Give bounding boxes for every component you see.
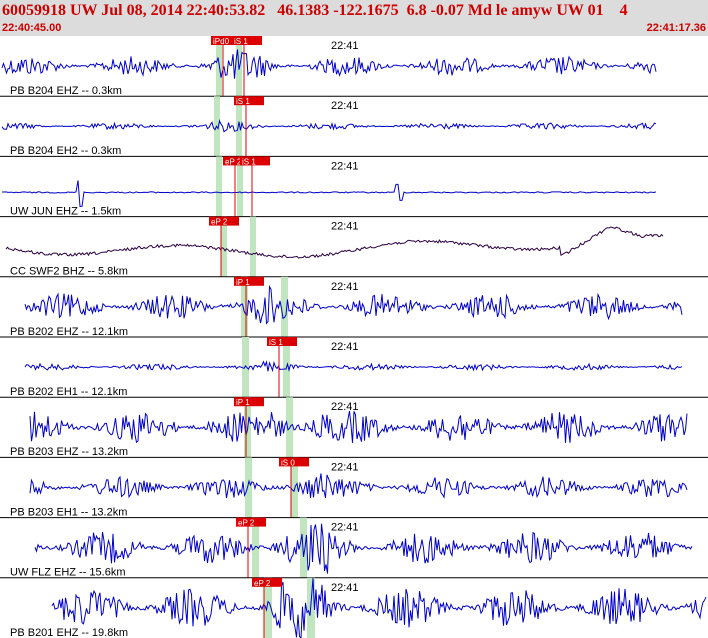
pick-tag-label[interactable]: eP 2 [211,218,228,227]
pick-tag-label[interactable]: iS 1 [269,338,283,347]
event-header: 60059918 UW Jul 08, 2014 22:40:53.82 46.… [0,0,708,36]
pick-tag-label[interactable]: iPd0 [213,37,230,46]
seismogram-panel[interactable]: 22:41 iPd0 iS 1 PB B204 EHZ -- 0.3km 22:41 iS… [0,36,708,638]
time-marker-label: 22:41 [331,522,359,534]
time-marker-label: 22:41 [331,40,359,52]
analysis-window [242,337,249,398]
station-label: PB B204 EH2 -- 0.3km [10,145,121,157]
window-start-time: 22:40:45.00 [2,22,62,34]
pick-tag-label[interactable]: eP 2 [225,157,242,166]
time-marker-label: 22:41 [331,160,359,172]
pick-tag-label[interactable]: iP 1 [236,398,250,407]
window-end-time: 22:41:17.36 [646,22,706,34]
station-label: PB B203 EHZ -- 13.2km [10,446,128,458]
station-label: UW FLZ EHZ -- 15.6km [10,567,126,579]
pick-tag-label[interactable]: iS 0 [281,458,295,467]
waveform-trace[interactable] [1,49,657,79]
pick-tag-label[interactable]: iP 1 [236,278,250,287]
station-label: PB B202 EH1 -- 12.1km [10,386,127,398]
station-label: PB B202 EHZ -- 12.1km [10,326,128,338]
station-label: PB B203 EH1 -- 13.2km [10,506,127,518]
pick-tag-label[interactable]: iS 1 [234,37,248,46]
analysis-window [216,156,222,217]
pick-tag-label[interactable]: iS 1 [242,157,256,166]
pick-tag-label[interactable]: iS 1 [236,97,250,106]
waveform-trace[interactable] [29,410,688,444]
waveform-trace[interactable] [51,578,707,638]
time-marker-label: 22:41 [331,281,359,293]
pick-tag-label[interactable]: eP 2 [238,519,255,528]
pick-tag-label[interactable]: eP 2 [254,579,271,588]
seismogram-canvas[interactable]: 22:41 iPd0 iS 1 PB B204 EHZ -- 0.3km 22:41 iS… [0,36,708,638]
analysis-window [250,216,256,277]
station-label: UW JUN EHZ -- 1.5km [10,205,121,217]
time-marker-label: 22:41 [331,341,359,353]
analysis-window [300,517,307,578]
time-marker-label: 22:41 [331,100,359,112]
waveform-trace[interactable] [34,523,693,574]
waveform-trace[interactable] [24,360,683,373]
event-summary: 60059918 UW Jul 08, 2014 22:40:53.82 46.… [2,2,628,19]
station-label: PB B204 EHZ -- 0.3km [10,85,122,97]
station-label: CC SWF2 BHZ -- 5.8km [10,266,128,278]
time-marker-label: 22:41 [331,461,359,473]
waveform-trace[interactable] [1,119,657,133]
analysis-window [245,457,252,518]
time-marker-label: 22:41 [331,582,359,594]
station-label: PB B201 EHZ -- 19.8km [10,627,128,638]
waveform-trace[interactable] [29,473,688,499]
waveform-trace[interactable] [2,180,657,207]
time-marker-label: 22:41 [331,221,359,233]
